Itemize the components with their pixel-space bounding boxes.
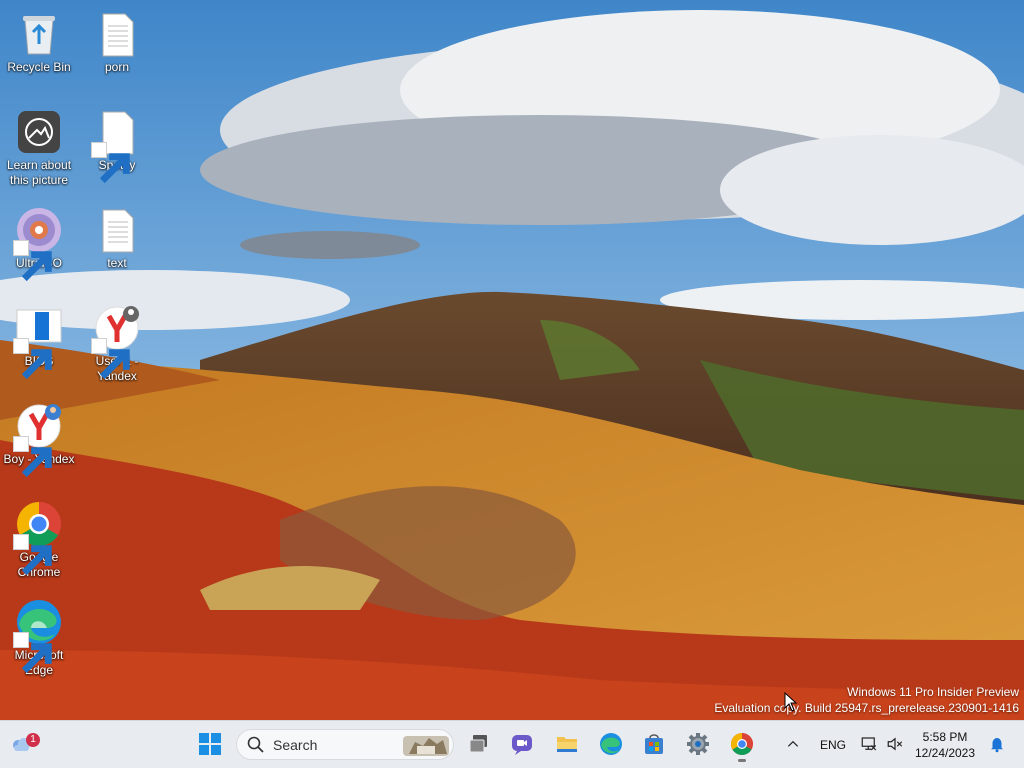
text-file-icon [93, 206, 141, 254]
desktop-icon-google-chrome[interactable]: Google Chrome [0, 494, 78, 580]
start-icon [199, 733, 221, 755]
desktop-icon-boy-yandex[interactable]: Boy - Yandex [0, 396, 78, 478]
shortcut-arrow-icon [13, 436, 52, 478]
shortcut-arrow-icon [13, 240, 52, 282]
taskbar-search-box[interactable]: Search [236, 729, 454, 760]
shortcut-arrow-icon [13, 632, 52, 674]
learn-picture-icon [15, 108, 63, 156]
text-file-icon [93, 10, 141, 58]
chevron-up-icon [787, 740, 799, 747]
teams-chat-button[interactable] [503, 725, 541, 763]
desktop-icon-text[interactable]: text [78, 200, 156, 271]
desktop-icon-user1-yandex[interactable]: User 1 - Yandex [78, 298, 156, 384]
store-button[interactable] [635, 725, 673, 763]
file-explorer-icon [557, 737, 577, 752]
task-view-button[interactable] [460, 725, 498, 763]
start-button[interactable] [191, 725, 229, 763]
search-placeholder: Search [273, 736, 318, 753]
task-view-icon [469, 735, 487, 753]
network-icon [861, 737, 877, 751]
taskbar: 1 Search ENG 5:58 PM 12/24/2023 [0, 720, 1024, 768]
search-highlight-icon [403, 736, 449, 756]
desktop-icon-recycle-bin[interactable]: Recycle Bin [0, 4, 78, 75]
desktop-icon-label: Recycle Bin [7, 60, 71, 74]
settings-button[interactable] [679, 725, 717, 763]
shortcut-arrow-icon [13, 338, 52, 380]
desktop-icon-learn-about-picture[interactable]: Learn about this picture [0, 102, 78, 188]
desktop-icon-label: text [107, 256, 127, 270]
desktop-icon-porn[interactable]: porn [78, 4, 156, 75]
edge-icon [600, 733, 622, 755]
shortcut-arrow-icon [91, 142, 130, 184]
volume-muted-icon [887, 737, 903, 751]
show-hidden-icons-button[interactable] [776, 725, 810, 763]
yandex-icon [91, 304, 141, 380]
notifications-button[interactable] [984, 725, 1010, 763]
teams-chat-icon [512, 735, 532, 755]
bios-icon [13, 304, 63, 380]
volume-button[interactable] [882, 725, 908, 763]
clock-date: 12/24/2023 [914, 746, 976, 760]
disc-icon [13, 206, 63, 282]
settings-icon [687, 733, 709, 755]
shortcut-arrow-icon [91, 338, 130, 380]
desktop-icon-bios[interactable]: BIOS [0, 298, 78, 380]
desktop-icon-ultraiso[interactable]: UltraISO [0, 200, 78, 282]
watermark-build: Evaluation copy. Build 25947.rs_prerelea… [714, 701, 1019, 715]
search-icon [247, 736, 264, 753]
watermark-edition: Windows 11 Pro Insider Preview [847, 685, 1019, 699]
input-language-indicator[interactable]: ENG [820, 738, 846, 752]
chrome-taskbar-button[interactable] [723, 725, 761, 763]
desktop-icon-label: porn [104, 60, 130, 74]
windows-watermark: Windows 11 Pro Insider Preview Evaluatio… [714, 684, 1019, 716]
store-icon [645, 734, 663, 754]
clock-time: 5:58 PM [922, 730, 968, 744]
running-indicator [738, 759, 746, 762]
mouse-cursor-icon [784, 692, 798, 712]
recycle-bin-icon [15, 10, 63, 58]
taskbar-clock[interactable]: 5:58 PM 12/24/2023 [912, 729, 978, 761]
notification-badge: 1 [26, 733, 40, 747]
chrome-icon [13, 500, 63, 576]
network-status-button[interactable] [856, 725, 882, 763]
chrome-icon [731, 733, 753, 755]
file-shortcut-icon [91, 108, 141, 184]
edge-taskbar-button[interactable] [592, 725, 630, 763]
desktop-icon-spotify[interactable]: Spotify [78, 102, 156, 184]
shortcut-arrow-icon [13, 534, 52, 576]
file-explorer-button[interactable] [548, 725, 586, 763]
yandex-icon [13, 402, 63, 478]
bell-icon [991, 738, 1003, 753]
weather-widget-button[interactable]: 1 [2, 725, 40, 763]
edge-icon [13, 598, 63, 674]
desktop-icon-microsoft-edge[interactable]: Microsoft Edge [0, 592, 78, 678]
desktop-icon-label: Learn about this picture [6, 158, 72, 187]
